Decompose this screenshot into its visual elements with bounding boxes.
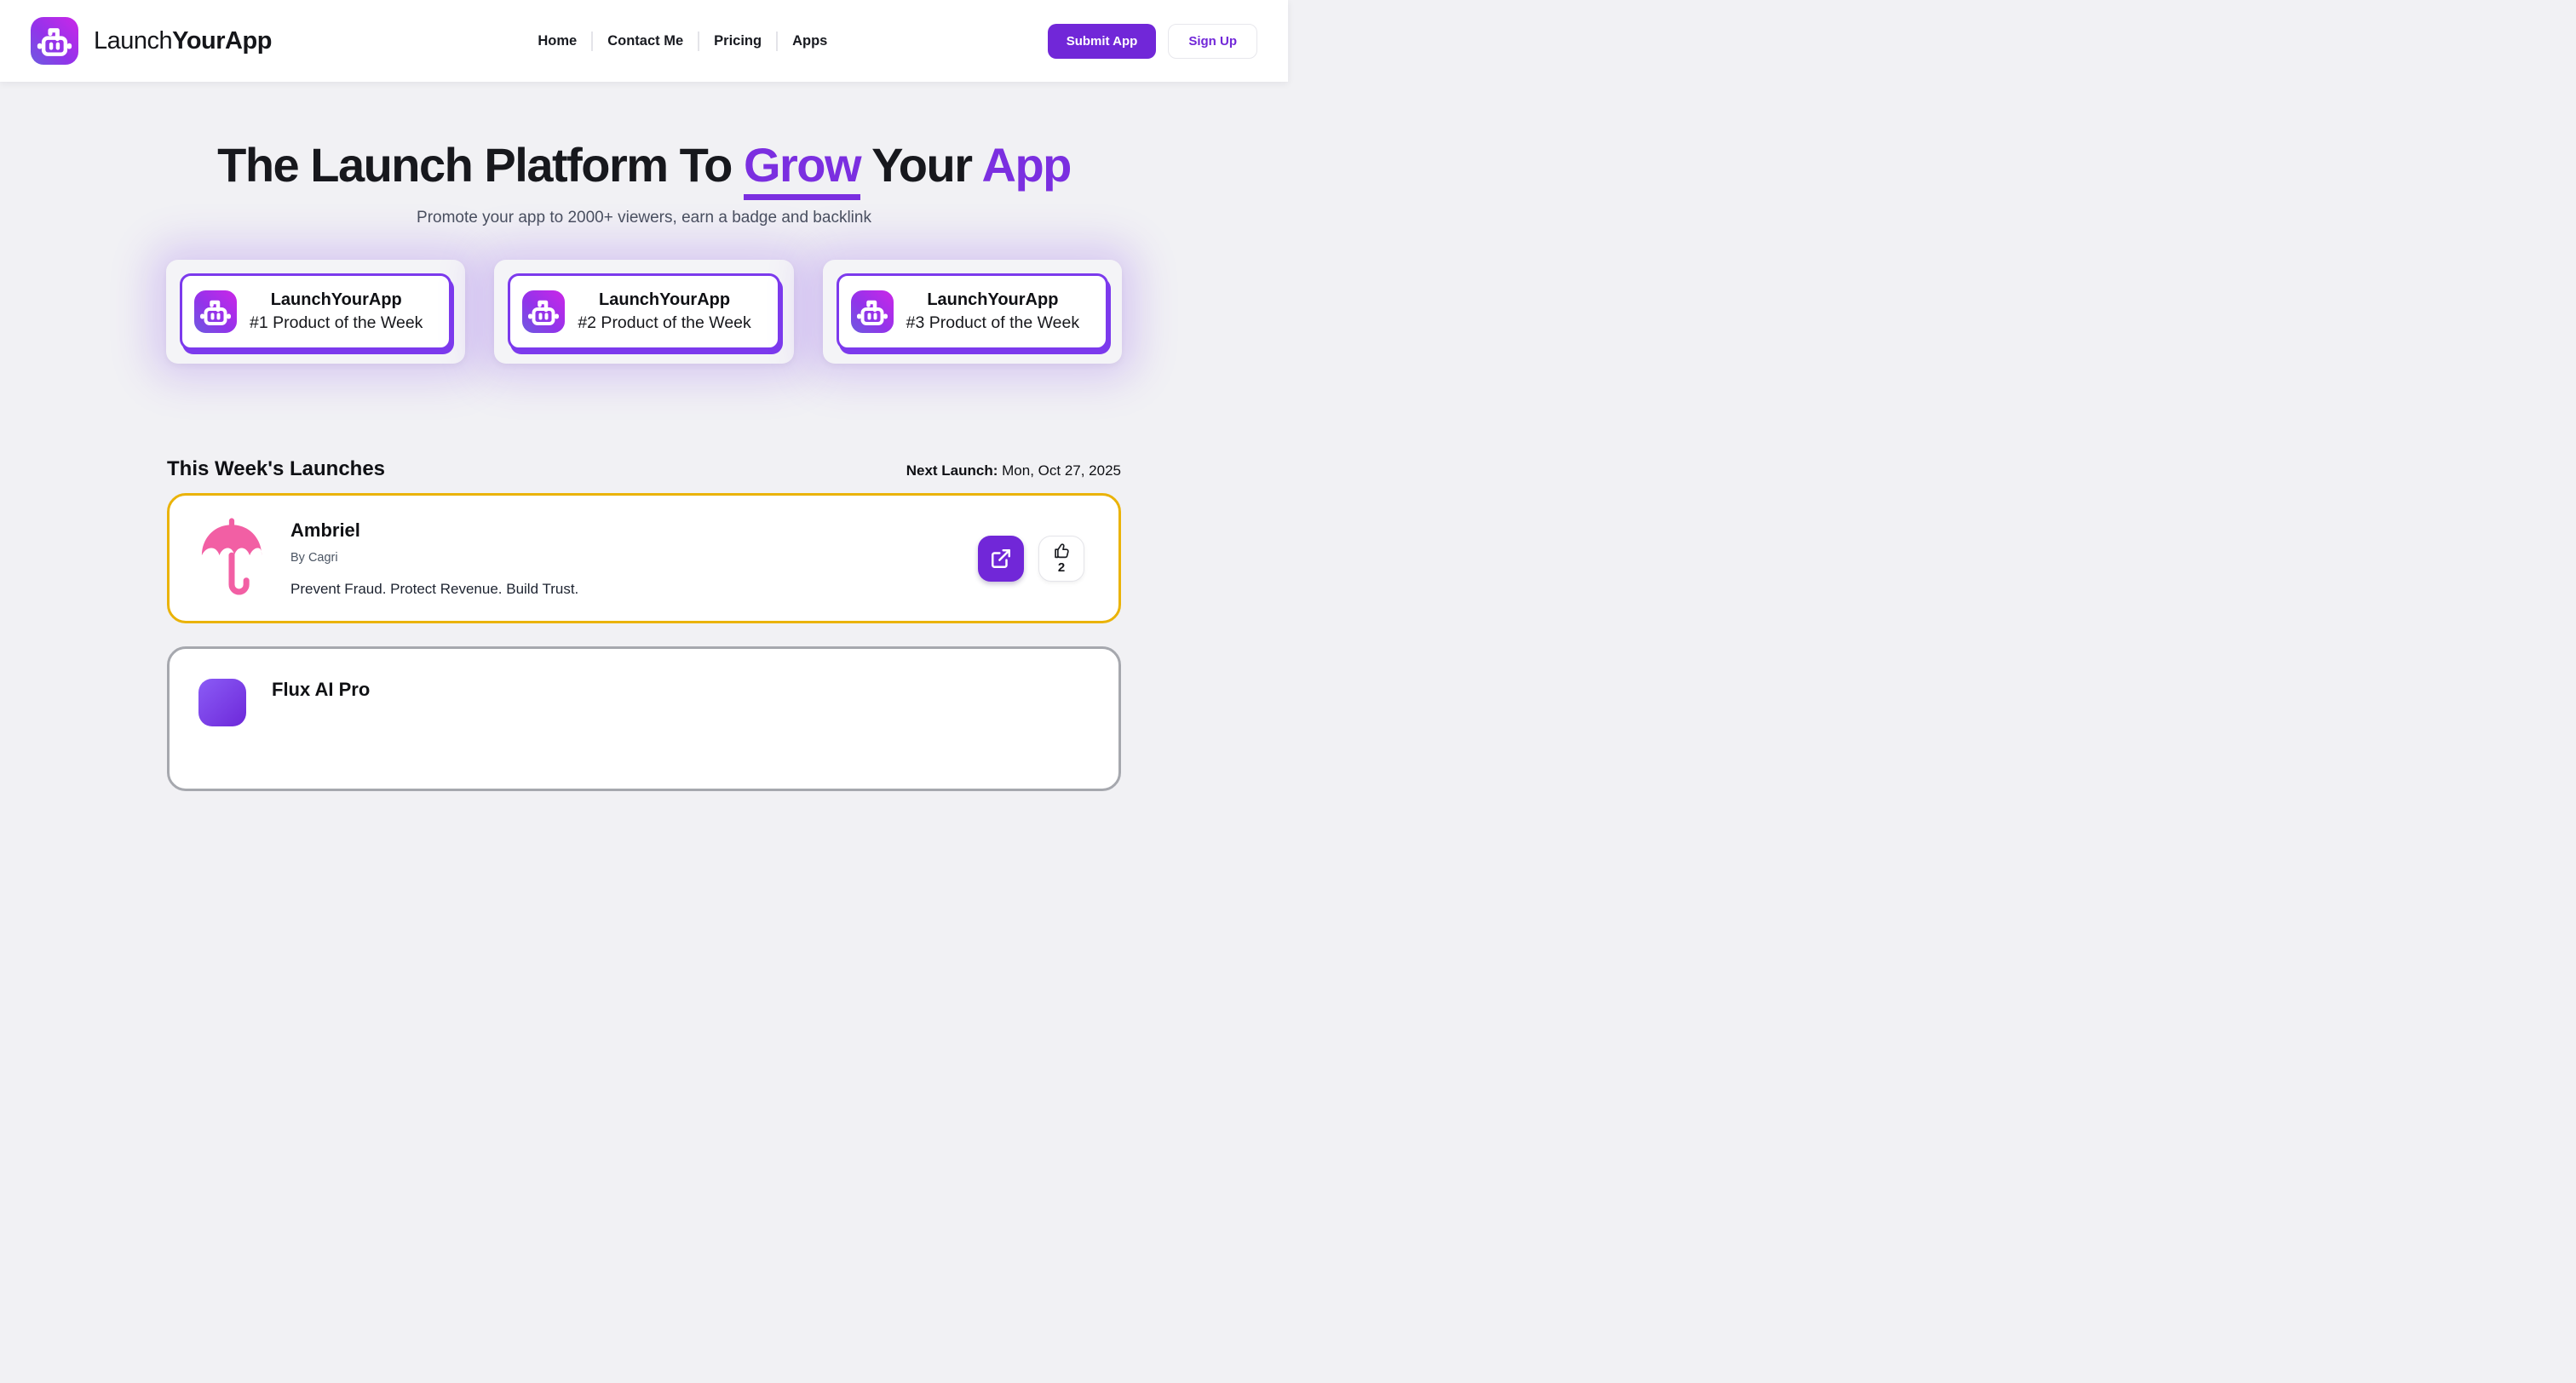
hero-title-app: App (982, 138, 1071, 192)
launch-info: Ambriel By Cagri Prevent Fraud. Protect … (290, 519, 578, 598)
badge-1-text: LaunchYourApp #1 Product of the Week (250, 290, 423, 333)
hero-subtitle: Promote your app to 2000+ viewers, earn … (0, 209, 1288, 227)
brand[interactable]: LaunchYourApp (31, 17, 272, 65)
hero-title: The Launch Platform To Grow Your App (0, 140, 1288, 191)
nav-item-home[interactable]: Home (523, 28, 591, 55)
launch-info: Flux AI Pro (272, 679, 370, 701)
vote-count: 2 (1058, 560, 1065, 575)
flux-logo (198, 679, 246, 726)
top-navigation-bar: LaunchYourApp Home Contact Me Pricing Ap… (0, 0, 1288, 82)
badge-2-text: LaunchYourApp #2 Product of the Week (578, 290, 750, 333)
hero-title-part2: Your (860, 138, 981, 192)
badge-card-1: LaunchYourApp #1 Product of the Week (166, 260, 465, 364)
robot-logo-icon (194, 290, 237, 333)
external-link-icon (990, 548, 1012, 570)
main-nav: Home Contact Me Pricing Apps (523, 28, 842, 55)
brand-name-bold: YourApp (172, 27, 272, 55)
badge-card-3: LaunchYourApp #3 Product of the Week (823, 260, 1122, 364)
next-launch-date: Mon, Oct 27, 2025 (998, 462, 1121, 479)
nav-item-contact[interactable]: Contact Me (593, 28, 698, 55)
badge-app-name: LaunchYourApp (906, 290, 1079, 310)
hero-title-part1: The Launch Platform To (217, 138, 744, 192)
launches-heading: This Week's Launches (167, 457, 385, 481)
badge-app-name: LaunchYourApp (250, 290, 423, 310)
sign-up-button[interactable]: Sign Up (1168, 24, 1257, 59)
launch-title: Flux AI Pro (272, 679, 370, 701)
badge-row: LaunchYourApp #1 Product of the Week Lau… (166, 260, 1122, 364)
launch-actions: 2 (978, 536, 1084, 582)
badge-2[interactable]: LaunchYourApp #2 Product of the Week (508, 273, 779, 350)
umbrella-icon (198, 516, 265, 601)
hero-title-grow: Grow (744, 138, 860, 200)
badge-3-text: LaunchYourApp #3 Product of the Week (906, 290, 1079, 333)
robot-logo-icon (522, 290, 565, 333)
next-launch-label: Next Launch: (906, 462, 998, 479)
launch-title: Ambriel (290, 519, 578, 542)
open-app-button[interactable] (978, 536, 1024, 582)
thumbs-up-icon (1053, 542, 1071, 560)
nav-item-apps[interactable]: Apps (778, 28, 842, 55)
badge-rank-line: #3 Product of the Week (906, 313, 1079, 333)
badge-rank-line: #1 Product of the Week (250, 313, 423, 333)
brand-name: LaunchYourApp (94, 27, 272, 55)
robot-logo-icon (851, 290, 894, 333)
upvote-button[interactable]: 2 (1038, 536, 1084, 582)
brand-name-regular: Launch (94, 27, 172, 55)
badge-card-2: LaunchYourApp #2 Product of the Week (494, 260, 793, 364)
badge-rank-line: #2 Product of the Week (578, 313, 750, 333)
submit-app-button[interactable]: Submit App (1048, 24, 1157, 59)
next-launch-info: Next Launch: Mon, Oct 27, 2025 (906, 462, 1121, 479)
badge-3[interactable]: LaunchYourApp #3 Product of the Week (837, 273, 1108, 350)
weekly-launches-section: This Week's Launches Next Launch: Mon, O… (167, 457, 1121, 791)
badge-1[interactable]: LaunchYourApp #1 Product of the Week (180, 273, 451, 350)
robot-logo-icon (31, 17, 78, 65)
launch-description: Prevent Fraud. Protect Revenue. Build Tr… (290, 581, 578, 598)
nav-item-pricing[interactable]: Pricing (699, 28, 776, 55)
launches-header-row: This Week's Launches Next Launch: Mon, O… (167, 457, 1121, 481)
launch-card-flux[interactable]: Flux AI Pro (167, 646, 1121, 791)
hero-section: The Launch Platform To Grow Your App Pro… (0, 82, 1288, 364)
header-actions: Submit App Sign Up (1048, 24, 1257, 59)
launch-card-ambriel[interactable]: Ambriel By Cagri Prevent Fraud. Protect … (167, 493, 1121, 623)
launch-author: By Cagri (290, 551, 578, 565)
badge-app-name: LaunchYourApp (578, 290, 750, 310)
